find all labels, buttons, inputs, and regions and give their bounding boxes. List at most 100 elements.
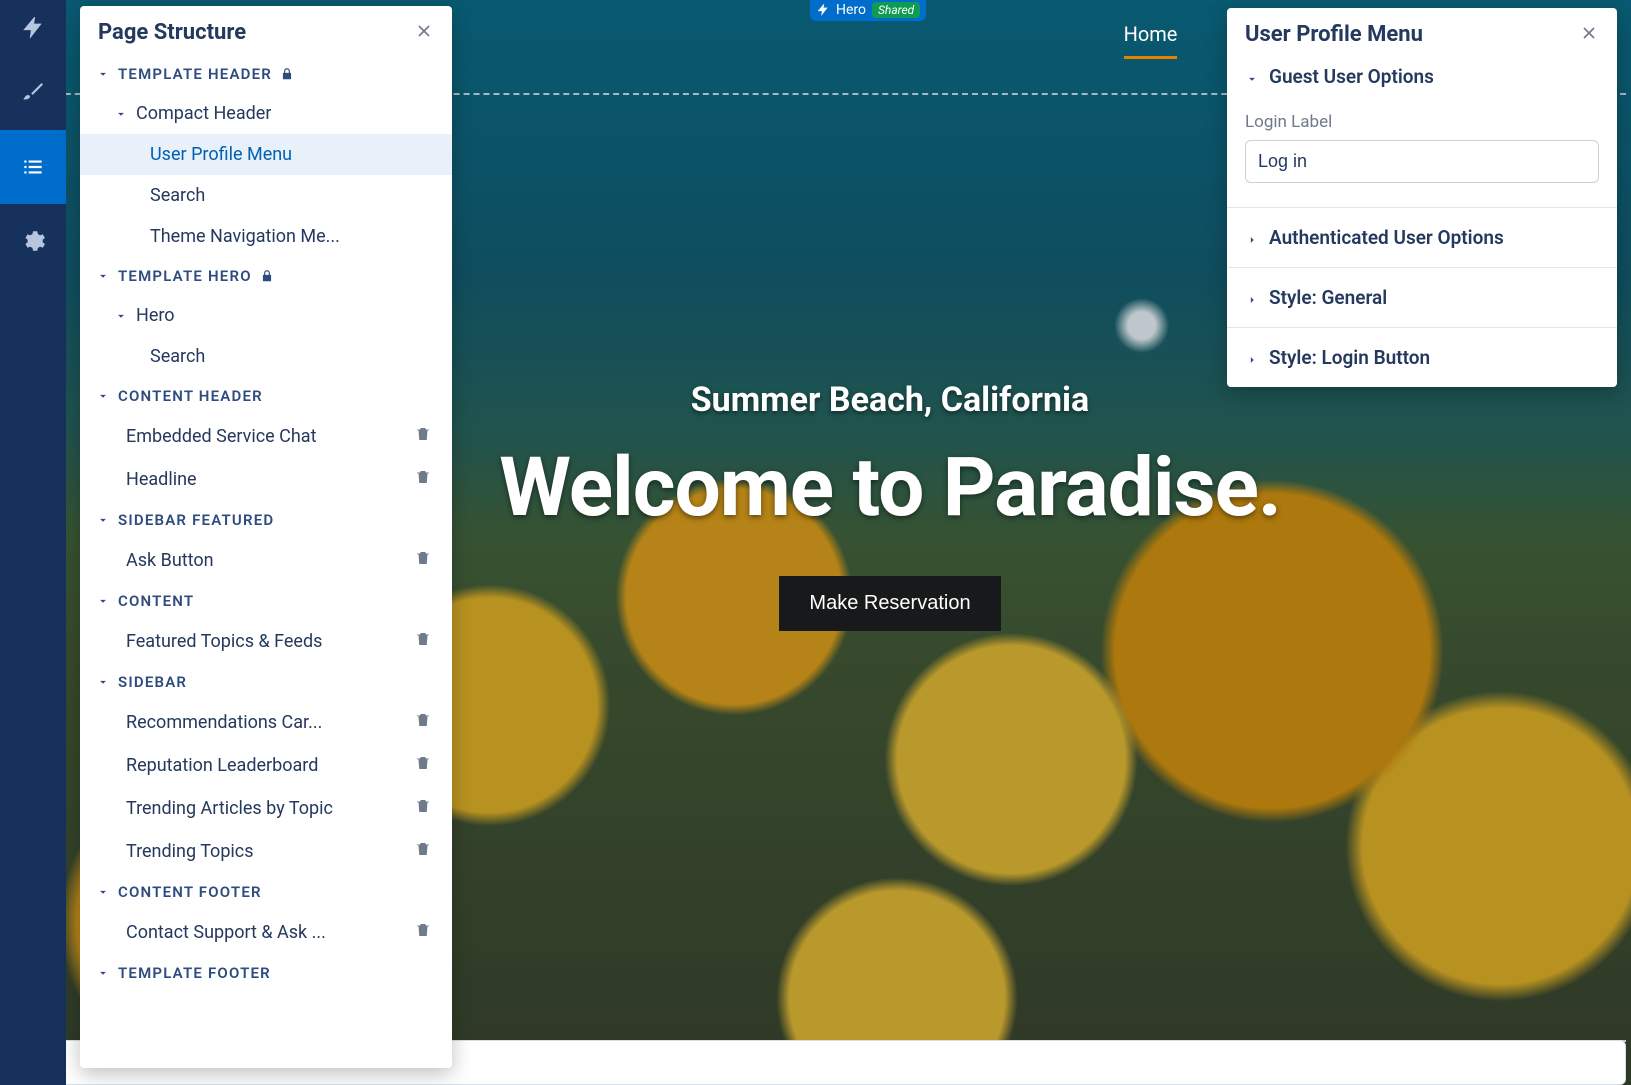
trash-icon bbox=[414, 630, 432, 648]
shared-tag: Shared bbox=[872, 2, 920, 18]
section-label: CONTENT bbox=[118, 592, 194, 610]
prop-section-style-general[interactable]: Style: General bbox=[1227, 267, 1617, 327]
delete-button[interactable] bbox=[414, 711, 432, 734]
item-user-profile-menu[interactable]: User Profile Menu bbox=[80, 134, 452, 175]
left-toolbar bbox=[0, 0, 66, 1085]
section-label: TEMPLATE HEADER bbox=[118, 65, 272, 83]
item-label: Recommendations Car... bbox=[126, 712, 322, 733]
item-label: Theme Navigation Me... bbox=[150, 226, 340, 247]
trash-icon bbox=[414, 468, 432, 486]
item-reputation-leaderboard[interactable]: Reputation Leaderboard bbox=[80, 744, 452, 787]
section-content[interactable]: CONTENT bbox=[80, 582, 452, 620]
component-badge-hero[interactable]: Hero Shared bbox=[810, 0, 926, 21]
chevron-down-icon bbox=[96, 966, 110, 980]
item-label: Headline bbox=[126, 469, 197, 490]
item-label: Contact Support & Ask ... bbox=[126, 922, 326, 943]
section-label: TEMPLATE FOOTER bbox=[118, 964, 271, 982]
prop-section-label: Style: Login Button bbox=[1269, 346, 1430, 369]
login-label-caption: Login Label bbox=[1245, 112, 1599, 132]
prop-section-style-login-button[interactable]: Style: Login Button bbox=[1227, 327, 1617, 387]
rail-settings-button[interactable] bbox=[0, 204, 66, 278]
close-page-structure-button[interactable] bbox=[414, 21, 434, 45]
item-label: Embedded Service Chat bbox=[126, 426, 316, 447]
item-label: Ask Button bbox=[126, 550, 214, 571]
make-reservation-button[interactable]: Make Reservation bbox=[779, 576, 1000, 631]
rail-theme-button[interactable] bbox=[0, 56, 66, 130]
trash-icon bbox=[414, 754, 432, 772]
chevron-down-icon bbox=[96, 513, 110, 527]
rail-lightning-button[interactable] bbox=[0, 0, 66, 56]
delete-button[interactable] bbox=[414, 630, 432, 653]
chevron-right-icon bbox=[1243, 233, 1261, 247]
delete-button[interactable] bbox=[414, 549, 432, 572]
chevron-down-icon bbox=[1245, 70, 1259, 88]
item-recommendations[interactable]: Recommendations Car... bbox=[80, 701, 452, 744]
item-embedded-service-chat[interactable]: Embedded Service Chat bbox=[80, 415, 452, 458]
hero-subtitle: Summer Beach, California bbox=[480, 380, 1300, 420]
prop-section-label: Guest User Options bbox=[1269, 65, 1434, 88]
property-panel: User Profile Menu Guest User Options Log… bbox=[1227, 8, 1617, 387]
lightning-icon bbox=[20, 15, 46, 41]
trash-icon bbox=[414, 711, 432, 729]
lock-icon bbox=[280, 67, 294, 81]
section-template-header[interactable]: TEMPLATE HEADER bbox=[80, 55, 452, 93]
section-content-footer[interactable]: CONTENT FOOTER bbox=[80, 873, 452, 911]
item-label: Reputation Leaderboard bbox=[126, 755, 318, 776]
hero-title: Welcome to Paradise. bbox=[480, 440, 1300, 536]
item-theme-navigation-menu[interactable]: Theme Navigation Me... bbox=[80, 216, 452, 257]
close-property-panel-button[interactable] bbox=[1579, 23, 1599, 47]
item-trending-topics[interactable]: Trending Topics bbox=[80, 830, 452, 873]
item-label: User Profile Menu bbox=[150, 144, 292, 165]
lock-icon bbox=[260, 269, 274, 283]
rail-page-structure-button[interactable] bbox=[0, 130, 66, 204]
chevron-down-icon bbox=[96, 675, 110, 689]
chevron-right-icon bbox=[1243, 293, 1261, 307]
section-sidebar[interactable]: SIDEBAR bbox=[80, 663, 452, 701]
item-trending-articles[interactable]: Trending Articles by Topic bbox=[80, 787, 452, 830]
chevron-down-icon bbox=[96, 885, 110, 899]
trash-icon bbox=[414, 921, 432, 939]
section-label: TEMPLATE HERO bbox=[118, 267, 252, 285]
item-hero[interactable]: Hero bbox=[80, 295, 452, 336]
chevron-down-icon bbox=[114, 309, 128, 323]
section-label: SIDEBAR FEATURED bbox=[118, 511, 274, 529]
page-structure-panel: Page Structure TEMPLATE HEADER Compact H… bbox=[80, 6, 452, 1068]
item-label: Compact Header bbox=[136, 103, 271, 124]
brush-icon bbox=[20, 80, 46, 106]
item-search-header[interactable]: Search bbox=[80, 175, 452, 216]
delete-button[interactable] bbox=[414, 425, 432, 448]
chevron-down-icon bbox=[96, 67, 110, 81]
close-icon bbox=[1579, 23, 1599, 43]
section-label: SIDEBAR bbox=[118, 673, 187, 691]
item-featured-topics-feeds[interactable]: Featured Topics & Feeds bbox=[80, 620, 452, 663]
prop-section-authenticated[interactable]: Authenticated User Options bbox=[1227, 207, 1617, 267]
item-label: Hero bbox=[136, 305, 175, 326]
prop-section-label: Authenticated User Options bbox=[1269, 226, 1504, 249]
item-ask-button[interactable]: Ask Button bbox=[80, 539, 452, 582]
item-search-hero[interactable]: Search bbox=[80, 336, 452, 377]
section-template-hero[interactable]: TEMPLATE HERO bbox=[80, 257, 452, 295]
delete-button[interactable] bbox=[414, 754, 432, 777]
delete-button[interactable] bbox=[414, 921, 432, 944]
section-template-footer[interactable]: TEMPLATE FOOTER bbox=[80, 954, 452, 992]
chevron-down-icon bbox=[114, 107, 128, 121]
list-icon bbox=[20, 154, 46, 180]
delete-button[interactable] bbox=[414, 468, 432, 491]
prop-body-guest: Login Label bbox=[1227, 106, 1617, 207]
chevron-down-icon bbox=[96, 594, 110, 608]
item-contact-support[interactable]: Contact Support & Ask ... bbox=[80, 911, 452, 954]
trash-icon bbox=[414, 549, 432, 567]
login-label-input[interactable] bbox=[1245, 140, 1599, 183]
item-compact-header[interactable]: Compact Header bbox=[80, 93, 452, 134]
nav-item-home[interactable]: Home bbox=[1124, 22, 1178, 59]
item-label: Search bbox=[150, 185, 205, 206]
prop-section-guest-user[interactable]: Guest User Options bbox=[1227, 59, 1617, 106]
chevron-right-icon bbox=[1243, 353, 1261, 367]
item-label: Trending Articles by Topic bbox=[126, 798, 333, 819]
section-content-header[interactable]: CONTENT HEADER bbox=[80, 377, 452, 415]
delete-button[interactable] bbox=[414, 840, 432, 863]
item-headline[interactable]: Headline bbox=[80, 458, 452, 501]
delete-button[interactable] bbox=[414, 797, 432, 820]
trash-icon bbox=[414, 797, 432, 815]
section-sidebar-featured[interactable]: SIDEBAR FEATURED bbox=[80, 501, 452, 539]
